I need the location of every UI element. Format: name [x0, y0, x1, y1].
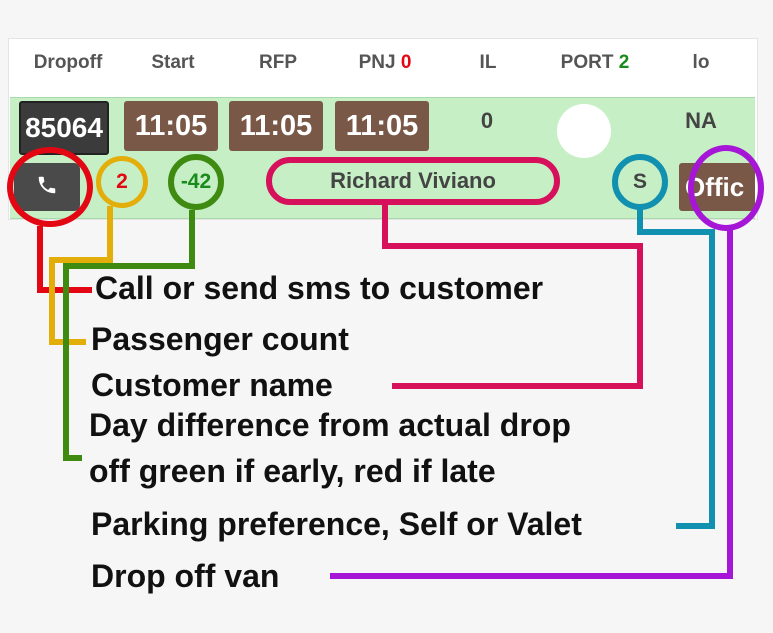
annotation-van: Drop off van — [91, 558, 280, 594]
annotation-customer: Customer name — [91, 367, 333, 403]
annotation-day-diff-line1: Day difference from actual drop — [89, 407, 571, 443]
annotation-passenger: Passenger count — [91, 321, 349, 357]
annotation-parking: Parking preference, Self or Valet — [91, 506, 582, 542]
annotation-day-diff-line2: off green if early, red if late — [89, 453, 496, 489]
annotation-call: Call or send sms to customer — [95, 270, 544, 306]
parking-connector — [637, 208, 715, 529]
